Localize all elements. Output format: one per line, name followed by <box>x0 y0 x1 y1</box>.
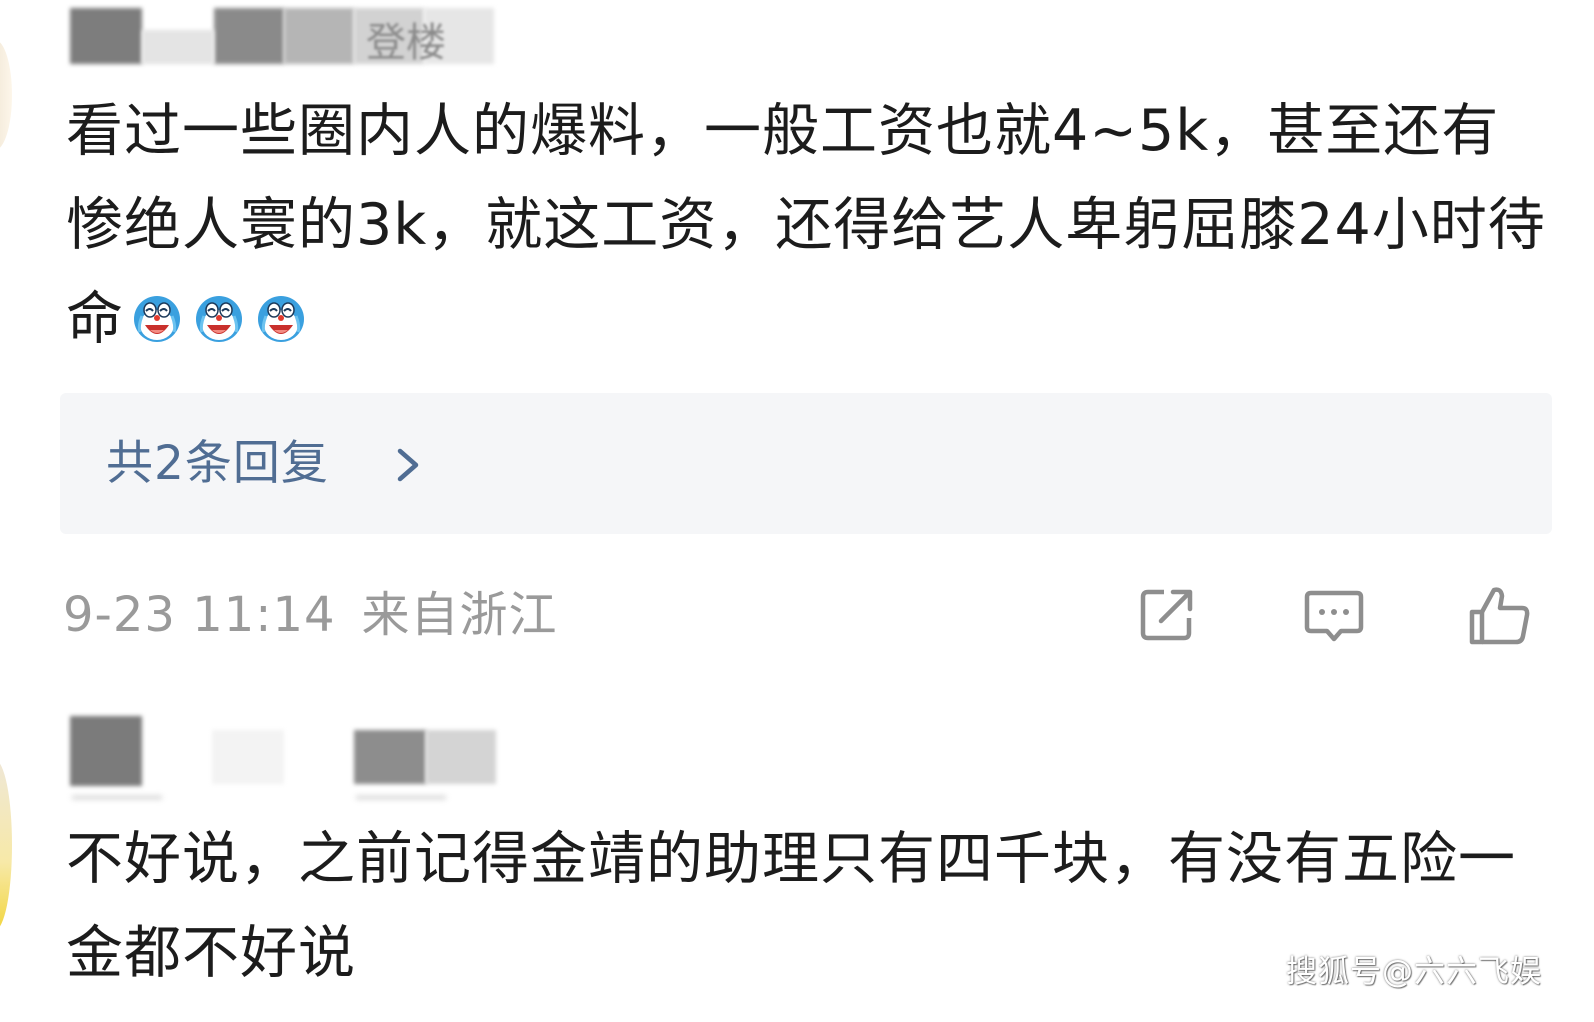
avatar[interactable] <box>0 40 12 150</box>
username-partial: 登楼 <box>366 20 446 66</box>
comment-icon[interactable] <box>1301 582 1367 648</box>
comment-location: 来自浙江 <box>361 587 558 643</box>
comment-text: 看过一些圈内人的爆料，一般工资也就4~5k，甚至还有惨绝人寰的3k，就这工资，还… <box>66 84 1556 366</box>
watermark: 搜狐号@六六飞娱 <box>1286 954 1542 990</box>
chevron-right-icon[interactable] <box>388 443 428 487</box>
comment-meta: 9-23 11:14 来自浙江 <box>63 585 558 645</box>
comment-date: 9-23 11:14 <box>63 587 336 643</box>
share-icon[interactable] <box>1134 582 1200 648</box>
thumbs-up-icon[interactable] <box>1466 582 1532 648</box>
avatar[interactable] <box>0 760 12 930</box>
doraemon-laugh-cry-icon <box>190 294 248 348</box>
view-replies-link[interactable]: 共2条回复 <box>106 434 329 494</box>
doraemon-laugh-cry-icon <box>252 294 310 348</box>
doraemon-laugh-cry-icon <box>128 294 186 348</box>
